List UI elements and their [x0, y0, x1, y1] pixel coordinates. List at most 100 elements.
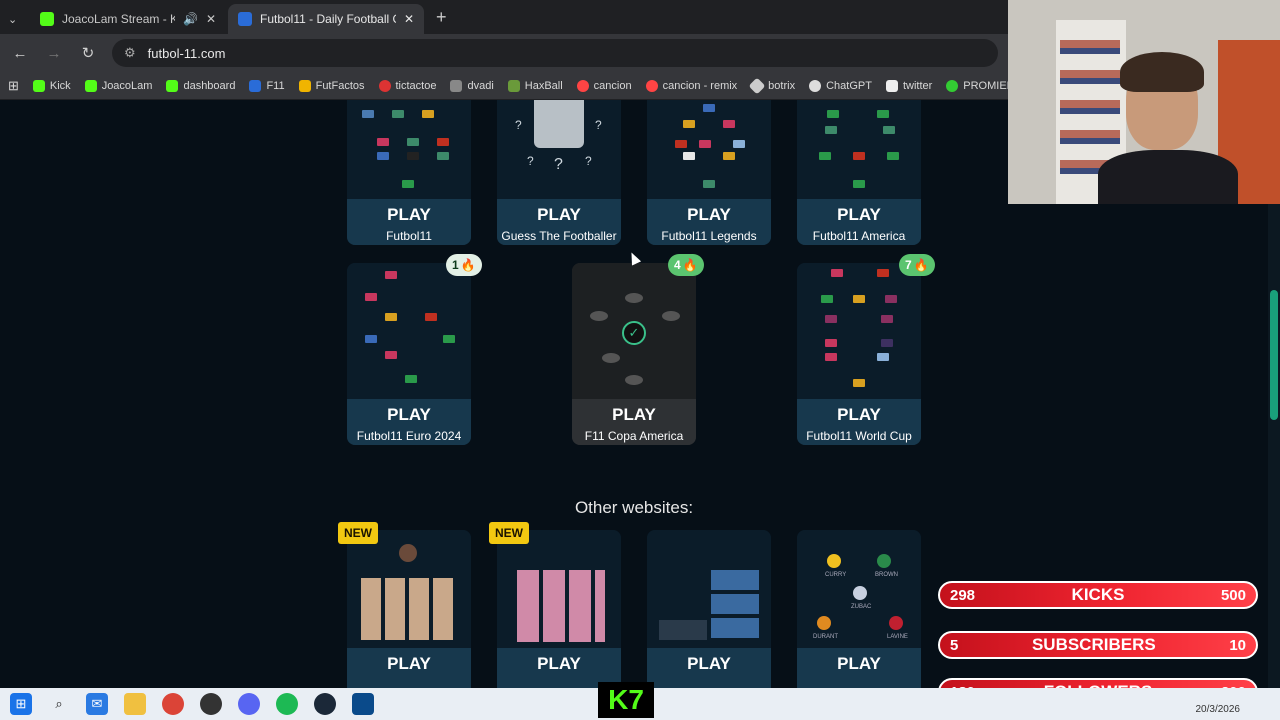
- play-bar[interactable]: PLAY: [797, 648, 921, 688]
- other-site-card[interactable]: PLAY: [497, 530, 621, 688]
- x-icon: [885, 79, 898, 92]
- new-badge: NEW: [489, 522, 529, 544]
- question-mark: ?: [527, 154, 534, 168]
- game-card-guess-the-footballer[interactable]: ? ? ? ? ? PLAY Guess The Footballer: [497, 100, 621, 245]
- bookmark-label: twitter: [902, 79, 933, 92]
- bookmark-chatgpt[interactable]: ChatGPT: [809, 79, 872, 92]
- reload-icon[interactable]: ↻: [78, 44, 98, 62]
- team-logo: [827, 554, 841, 568]
- game-card-futbol11[interactable]: PLAY Futbol11: [347, 100, 471, 245]
- bookmark-label: FutFactos: [315, 79, 365, 92]
- lineup-thumbnail: [347, 100, 471, 199]
- bookmark-label: PROMIEDOS: [963, 79, 1008, 92]
- close-icon[interactable]: ✕: [206, 12, 216, 26]
- game-card-futbol11-euro-2024[interactable]: PLAY Futbol11 Euro 2024: [347, 263, 471, 445]
- play-label: PLAY: [687, 654, 731, 673]
- game-title: F11 Copa America: [584, 429, 684, 443]
- game-card-futbol11-america[interactable]: PLAY Futbol11 America: [797, 100, 921, 245]
- fire-icon: 🔥: [913, 258, 929, 272]
- team-logo: [889, 616, 903, 630]
- file-explorer-icon[interactable]: [124, 693, 146, 715]
- address-row: ← → ↻ ⚙ futbol-11.com: [0, 34, 1008, 72]
- bookmark-botrix[interactable]: botrix: [748, 77, 796, 94]
- play-bar[interactable]: PLAY: [347, 648, 471, 688]
- photoshop-icon[interactable]: [352, 693, 374, 715]
- other-site-card[interactable]: PLAY: [347, 530, 471, 688]
- kicks-counter: 298 KICKS 500: [938, 581, 1258, 609]
- player-label: ZUBAC: [851, 604, 872, 610]
- app-icon[interactable]: [200, 693, 222, 715]
- lineup-thumbnail: ✓: [572, 263, 696, 399]
- tab-search-icon[interactable]: ⌄: [8, 13, 30, 26]
- windows-start-icon[interactable]: ⊞: [10, 693, 32, 715]
- bookmark-tictactoe[interactable]: tictactoe: [378, 79, 436, 92]
- back-icon[interactable]: ←: [10, 45, 30, 62]
- bookmark-joacolam[interactable]: JoacoLam: [84, 79, 152, 92]
- close-icon[interactable]: ✕: [404, 12, 414, 26]
- game-title: Futbol11: [386, 229, 432, 243]
- lineup-thumbnail: [797, 263, 921, 399]
- bookmark-label: botrix: [768, 79, 796, 92]
- apps-icon[interactable]: ⊞: [8, 78, 19, 94]
- bookmark-dvadi[interactable]: dvadi: [450, 79, 494, 92]
- bookmark-promiedos[interactable]: PROMIEDOS: [946, 79, 1008, 92]
- fire-icon: 🔥: [682, 258, 698, 272]
- discord-icon[interactable]: [238, 693, 260, 715]
- play-bar[interactable]: PLAY F11 Copa America: [572, 399, 696, 445]
- bookmark-cancion-remix[interactable]: cancion - remix: [645, 79, 738, 92]
- site-thumbnail: [497, 530, 621, 648]
- lineup-thumbnail: [347, 263, 471, 399]
- play-bar[interactable]: PLAY Futbol11 World Cup: [797, 399, 921, 445]
- kick-icon: [166, 79, 179, 92]
- bookmark-cancion[interactable]: cancion: [576, 79, 632, 92]
- tab-kick[interactable]: JoacoLam Stream - Kick Da 🔊 ✕: [30, 4, 226, 34]
- streak-badge: 7 🔥: [899, 254, 935, 276]
- play-label: PLAY: [387, 205, 431, 224]
- mail-icon[interactable]: ✉: [86, 693, 108, 715]
- address-bar[interactable]: ⚙ futbol-11.com: [112, 39, 998, 67]
- other-site-card[interactable]: PLAY: [647, 530, 771, 688]
- tab-futbol11[interactable]: Futbol11 - Daily Football Game ✕: [228, 4, 424, 34]
- botrix-icon: [748, 77, 766, 94]
- player-slot: [590, 311, 608, 321]
- play-bar[interactable]: PLAY Futbol11: [347, 199, 471, 245]
- bookmark-twitter[interactable]: twitter: [885, 79, 933, 92]
- spotify-icon[interactable]: [276, 693, 298, 715]
- search-icon[interactable]: ⌕: [48, 693, 70, 715]
- site-info-icon[interactable]: ⚙: [124, 45, 136, 61]
- steam-icon[interactable]: [314, 693, 336, 715]
- subscribers-current: 5: [950, 636, 959, 654]
- game-card-futbol11-legends[interactable]: PLAY Futbol11 Legends: [647, 100, 771, 245]
- speaker-icon[interactable]: 🔊: [183, 12, 198, 26]
- forward-icon[interactable]: →: [44, 45, 64, 62]
- play-bar[interactable]: PLAY Futbol11 America: [797, 199, 921, 245]
- new-tab-icon[interactable]: +: [436, 7, 447, 28]
- completed-check-icon: ✓: [622, 321, 646, 345]
- bookmark-f11[interactable]: F11: [249, 79, 285, 92]
- webcam-overlay: [1008, 0, 1280, 204]
- play-bar[interactable]: PLAY Guess The Footballer: [497, 199, 621, 245]
- bookmark-label: HaxBall: [524, 79, 563, 92]
- game-card-futbol11-world-cup[interactable]: PLAY Futbol11 World Cup: [797, 263, 921, 445]
- game-title: Guess The Footballer: [501, 229, 617, 243]
- bookmark-haxball[interactable]: HaxBall: [507, 79, 563, 92]
- bookmark-kick[interactable]: Kick: [32, 79, 71, 92]
- play-bar[interactable]: PLAY Futbol11 Euro 2024: [347, 399, 471, 445]
- chrome-icon[interactable]: [162, 693, 184, 715]
- play-bar[interactable]: PLAY Futbol11 Legends: [647, 199, 771, 245]
- bookmark-label: cancion - remix: [662, 79, 738, 92]
- kick-icon: [32, 79, 45, 92]
- other-site-card[interactable]: CURRY BROWN ZUBAC DURANT LAVINE PLAY: [797, 530, 921, 688]
- bookmark-dashboard[interactable]: dashboard: [166, 79, 235, 92]
- kicks-current: 298: [950, 586, 976, 604]
- play-bar[interactable]: PLAY: [647, 648, 771, 688]
- game-card-f11-copa-america[interactable]: ✓ PLAY F11 Copa America: [572, 263, 696, 445]
- clock: 20/3/2026: [1195, 704, 1241, 715]
- chatgpt-icon: [809, 79, 822, 92]
- streak-count: 1: [452, 258, 459, 272]
- bookmark-futfactos[interactable]: FutFactos: [298, 79, 365, 92]
- scrollbar-thumb[interactable]: [1270, 290, 1278, 420]
- new-badge: NEW: [338, 522, 378, 544]
- player-slot: [625, 293, 643, 303]
- play-label: PLAY: [387, 654, 431, 673]
